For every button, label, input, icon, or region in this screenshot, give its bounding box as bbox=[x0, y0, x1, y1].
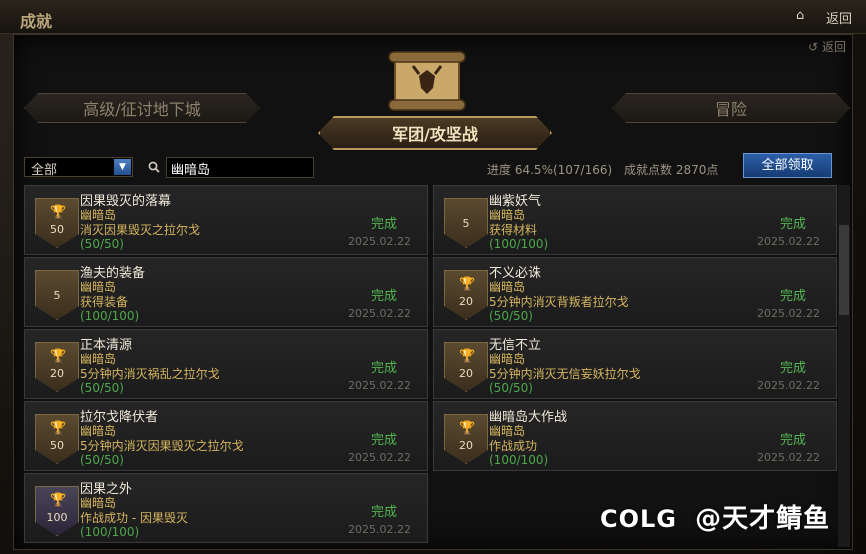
achievement-desc: 获得装备 bbox=[80, 295, 129, 309]
achievement-status: 完成 bbox=[370, 289, 397, 304]
achievement-list: 🏆 50 因果毁灭的落幕 幽暗岛 消灭因果毁灭之拉尔戈 (50/50) 完成 2025.02.… bbox=[24, 185, 838, 547]
progress-label: 进度 bbox=[487, 163, 512, 177]
points-label: 成就点数 bbox=[624, 163, 673, 177]
achievement-progress: (100/100) bbox=[489, 237, 549, 251]
achievement-date: 2025.02.22 bbox=[757, 307, 820, 320]
silver-trophy-icon: 🏆 bbox=[459, 349, 476, 364]
search-icon bbox=[148, 161, 160, 173]
achievement-status: 完成 bbox=[370, 433, 397, 448]
filter-selected-value: 全部 bbox=[31, 163, 58, 178]
achievement-date: 2025.02.22 bbox=[757, 451, 820, 464]
points-badge: 5 bbox=[444, 198, 488, 248]
achievement-card[interactable]: 🏆 20 正本清源 幽暗岛 5分钟内消灭祸乱之拉尔戈 (50/50) 完成 2025.02.2… bbox=[24, 329, 428, 399]
silver-trophy-icon: 🏆 bbox=[50, 349, 67, 364]
panel-back-button[interactable]: ↺ 返回 bbox=[808, 38, 846, 55]
achievement-desc: 获得材料 bbox=[489, 223, 538, 237]
achievement-progress: (50/50) bbox=[489, 381, 533, 395]
window-title: 成就 bbox=[20, 12, 53, 31]
watermark-text: @天才鲭鱼 bbox=[695, 504, 831, 534]
points-badge: 🏆 20 bbox=[444, 342, 488, 392]
gold-trophy-icon: 🏆 bbox=[50, 421, 67, 436]
badge-points: 20 bbox=[459, 367, 473, 380]
achievement-progress: (50/50) bbox=[489, 309, 533, 323]
achievement-progress: (50/50) bbox=[80, 453, 124, 467]
watermark: COLG @天才鲭鱼 bbox=[600, 498, 830, 535]
achievement-progress: (100/100) bbox=[489, 453, 549, 467]
achievement-desc: 作战成功 - 因果毁灭 bbox=[80, 511, 188, 525]
progress-value: 64.5%(107/166) bbox=[514, 163, 613, 177]
badge-points: 20 bbox=[459, 439, 473, 452]
achievement-status: 完成 bbox=[370, 505, 397, 520]
badge-points: 20 bbox=[459, 295, 473, 308]
category-filter-select[interactable]: 全部 ▼ bbox=[24, 157, 133, 178]
achievement-progress: (100/100) bbox=[80, 525, 140, 539]
points-badge: 5 bbox=[35, 270, 79, 320]
points-badge: 🏆 20 bbox=[444, 270, 488, 320]
points-info: 成就点数 2870点 bbox=[624, 161, 718, 178]
gold-trophy-icon: 🏆 bbox=[50, 205, 67, 220]
achievement-status: 完成 bbox=[370, 361, 397, 376]
tab-adventure[interactable]: 冒险 bbox=[612, 93, 850, 123]
scrollbar-thumb[interactable] bbox=[839, 225, 849, 315]
points-badge: 🏆 20 bbox=[35, 342, 79, 392]
points-badge: 🏆 100 bbox=[35, 486, 79, 536]
achievement-card[interactable]: 🏆 50 因果毁灭的落幕 幽暗岛 消灭因果毁灭之拉尔戈 (50/50) 完成 2025.02.… bbox=[24, 185, 428, 255]
achievement-card[interactable]: 🏆 50 拉尔戈降伏者 幽暗岛 5分钟内消灭因果毁灭之拉尔戈 (50/50) 完成 2025.… bbox=[24, 401, 428, 471]
achievement-card[interactable]: 🏆 100 因果之外 幽暗岛 作战成功 - 因果毁灭 (100/100) 完成 2025.02… bbox=[24, 473, 428, 543]
purple-trophy-icon: 🏆 bbox=[50, 493, 67, 508]
home-icon[interactable]: ⌂ bbox=[796, 8, 810, 23]
achievement-card[interactable]: 5 渔夫的装备 幽暗岛 获得装备 (100/100) 完成 2025.02.22 bbox=[24, 257, 428, 327]
achievement-status: 完成 bbox=[779, 289, 806, 304]
badge-points: 20 bbox=[50, 367, 64, 380]
tab-advanced-dungeon[interactable]: 高级/征讨地下城 bbox=[24, 93, 260, 123]
badge-points: 5 bbox=[53, 289, 61, 302]
achievement-date: 2025.02.22 bbox=[348, 235, 411, 248]
achievement-progress: (100/100) bbox=[80, 309, 140, 323]
return-icon: ↺ bbox=[808, 40, 819, 54]
achievement-desc: 作战成功 bbox=[489, 439, 538, 453]
achievement-status: 完成 bbox=[779, 361, 806, 376]
achievement-card[interactable]: 🏆 20 不义必诛 幽暗岛 5分钟内消灭背叛者拉尔戈 (50/50) 完成 2025.02.2… bbox=[433, 257, 837, 327]
points-badge: 🏆 20 bbox=[444, 414, 488, 464]
badge-points: 50 bbox=[50, 439, 64, 452]
tab-legion-raid[interactable]: 军团/攻坚战 bbox=[318, 116, 552, 150]
achievement-date: 2025.02.22 bbox=[348, 379, 411, 392]
progress-info: 进度 64.5%(107/166) bbox=[487, 161, 612, 178]
top-back-button[interactable]: 返回 bbox=[826, 8, 852, 27]
achievement-desc: 5分钟内消灭祸乱之拉尔戈 bbox=[80, 367, 220, 381]
achievement-date: 2025.02.22 bbox=[348, 307, 411, 320]
badge-points: 5 bbox=[462, 217, 470, 230]
points-badge: 🏆 50 bbox=[35, 198, 79, 248]
achievement-desc: 5分钟内消灭因果毁灭之拉尔戈 bbox=[80, 439, 244, 453]
search-input[interactable]: 幽暗岛 bbox=[166, 157, 314, 178]
achievement-card[interactable]: 🏆 20 幽暗岛大作战 幽暗岛 作战成功 (100/100) 完成 2025.02.22 bbox=[433, 401, 837, 471]
title-bar: 成就 ⌂ 返回 bbox=[0, 0, 866, 34]
achievement-progress: (50/50) bbox=[80, 237, 124, 251]
scrollbar[interactable] bbox=[838, 185, 850, 547]
points-badge: 🏆 50 bbox=[35, 414, 79, 464]
achievement-card[interactable]: 5 幽紫妖气 幽暗岛 获得材料 (100/100) 完成 2025.02.22 bbox=[433, 185, 837, 255]
achievement-desc: 消灭因果毁灭之拉尔戈 bbox=[80, 223, 201, 237]
achievement-date: 2025.02.22 bbox=[757, 379, 820, 392]
points-value: 2870点 bbox=[675, 163, 719, 177]
badge-points: 100 bbox=[46, 511, 68, 524]
badge-points: 50 bbox=[50, 223, 64, 236]
silver-trophy-icon: 🏆 bbox=[459, 277, 476, 292]
scroll-emblem-icon bbox=[388, 51, 466, 111]
achievement-desc: 5分钟内消灭无信妄妖拉尔戈 bbox=[489, 367, 641, 381]
achievement-status: 完成 bbox=[779, 433, 806, 448]
achievement-desc: 5分钟内消灭背叛者拉尔戈 bbox=[489, 295, 629, 309]
panel-back-label: 返回 bbox=[821, 40, 846, 54]
silver-trophy-icon: 🏆 bbox=[459, 421, 476, 436]
chevron-down-icon[interactable]: ▼ bbox=[114, 159, 131, 175]
achievement-date: 2025.02.22 bbox=[348, 451, 411, 464]
achievement-date: 2025.02.22 bbox=[757, 235, 820, 248]
achievement-card[interactable]: 🏆 20 无信不立 幽暗岛 5分钟内消灭无信妄妖拉尔戈 (50/50) 完成 2025.02.… bbox=[433, 329, 837, 399]
watermark-logo: COLG bbox=[600, 505, 678, 533]
achievement-status: 完成 bbox=[779, 217, 806, 232]
achievement-status: 完成 bbox=[370, 217, 397, 232]
achievement-date: 2025.02.22 bbox=[348, 523, 411, 536]
claim-all-button[interactable]: 全部领取 bbox=[743, 153, 832, 178]
achievement-progress: (50/50) bbox=[80, 381, 124, 395]
